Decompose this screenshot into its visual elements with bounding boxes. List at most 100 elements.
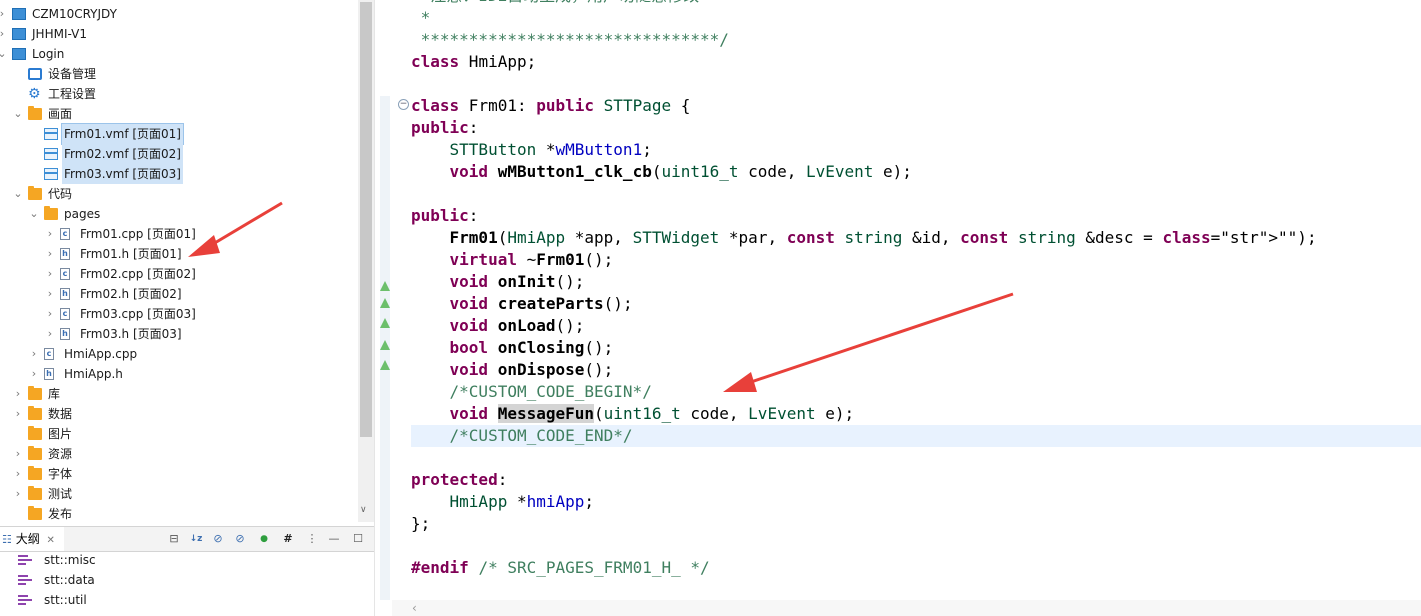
- tree-item[interactable]: › 库: [0, 384, 358, 404]
- tree-item-label: Frm03.h [页面03]: [80, 327, 182, 341]
- vmf-file-icon: [44, 168, 58, 180]
- tree-item-label: 设备管理: [48, 67, 97, 81]
- expand-chevron-icon[interactable]: ⌄: [28, 204, 40, 224]
- collapse-chevron-icon[interactable]: ›: [44, 324, 56, 344]
- project-icon: [12, 28, 26, 40]
- editor-overview-gutter: [378, 0, 392, 600]
- tree-item[interactable]: ⌄ 代码: [0, 184, 358, 204]
- tree-item-label: 资源: [48, 447, 73, 461]
- tree-item[interactable]: › c Frm03.cpp [页面03]: [0, 304, 358, 324]
- code-line: void onInit();: [449, 272, 585, 291]
- code-line: bool onClosing();: [449, 338, 614, 357]
- device-icon: [28, 68, 42, 80]
- tree-item[interactable]: › h HmiApp.h: [0, 364, 358, 384]
- tree-item[interactable]: ⚙ 工程设置: [0, 84, 358, 104]
- collapse-chevron-icon[interactable]: ›: [44, 224, 56, 244]
- collapse-chevron-icon[interactable]: ›: [44, 244, 56, 264]
- tree-item[interactable]: › h Frm01.h [页面01]: [0, 244, 358, 264]
- code-line: 注意：IDE自动生成，用户勿随意修改: [411, 0, 699, 7]
- folder-icon: [28, 446, 42, 460]
- code-line: /*CUSTOM_CODE_END*/: [411, 426, 633, 445]
- tree-item[interactable]: › h Frm03.h [页面03]: [0, 324, 358, 344]
- hide-nonpublic-icon[interactable]: ●: [256, 531, 272, 547]
- tree-item-label: HmiApp.cpp: [64, 347, 138, 361]
- collapse-chevron-icon[interactable]: ›: [44, 304, 56, 324]
- folder-icon: [28, 106, 42, 120]
- code-line: Frm01(HmiApp *app, STTWidget *par, const…: [449, 228, 1317, 247]
- hide-fields-icon[interactable]: ⊘: [210, 531, 226, 547]
- cpp-file-icon: c: [60, 268, 70, 280]
- minimize-icon[interactable]: —: [326, 531, 342, 547]
- tree-item[interactable]: 发布: [0, 504, 358, 522]
- tree-item-label: JHHMI-V1: [32, 27, 87, 41]
- tree-item-label: Frm01.h [页面01]: [80, 247, 182, 261]
- fold-toggle-icon[interactable]: −: [398, 99, 409, 110]
- project-icon: [12, 8, 26, 20]
- editor-horizontal-scrollbar[interactable]: ‹: [392, 600, 1421, 616]
- code-line: virtual ~Frm01();: [449, 250, 614, 269]
- outline-item-label: stt::util: [44, 593, 87, 607]
- sort-icon[interactable]: ↓z: [188, 531, 204, 547]
- tree-item[interactable]: Frm01.vmf [页面01]: [0, 123, 358, 145]
- tree-item[interactable]: ⌄ 画面: [0, 104, 358, 124]
- namespace-icon: [18, 555, 32, 566]
- h-file-icon: h: [60, 248, 70, 260]
- tree-item[interactable]: Frm02.vmf [页面02]: [0, 144, 358, 164]
- tree-item[interactable]: 图片: [0, 424, 358, 444]
- h-file-icon: h: [60, 328, 70, 340]
- tree-item[interactable]: › 资源: [0, 444, 358, 464]
- tree-item[interactable]: › h Frm02.h [页面02]: [0, 284, 358, 304]
- tab-outline[interactable]: ☷ 大纲 ✕: [0, 527, 64, 551]
- collapse-chevron-icon[interactable]: ›: [12, 484, 24, 504]
- expand-chevron-icon[interactable]: ⌄: [12, 184, 24, 204]
- collapse-chevron-icon[interactable]: ›: [44, 284, 56, 304]
- collapse-all-icon[interactable]: ⊟: [166, 531, 182, 547]
- tree-item[interactable]: › 字体: [0, 464, 358, 484]
- expand-chevron-icon[interactable]: ⌄: [12, 104, 24, 124]
- scroll-down-arrow-icon[interactable]: ∨: [360, 505, 367, 515]
- collapse-chevron-icon[interactable]: ›: [0, 24, 8, 44]
- code-line: *******************************/: [411, 30, 729, 49]
- maximize-icon[interactable]: ☐: [350, 531, 366, 547]
- project-tree-scrollbar[interactable]: ∨: [358, 0, 374, 522]
- tree-item[interactable]: Frm03.vmf [页面03]: [0, 164, 358, 184]
- folder-icon: [44, 206, 58, 220]
- tree-item[interactable]: 设备管理: [0, 64, 358, 84]
- tree-item[interactable]: ⌄ Login: [0, 44, 358, 64]
- collapse-chevron-icon[interactable]: ›: [12, 384, 24, 404]
- tree-item[interactable]: › c Frm02.cpp [页面02]: [0, 264, 358, 284]
- cpp-file-icon: c: [60, 308, 70, 320]
- tree-item[interactable]: › 测试: [0, 484, 358, 504]
- close-icon[interactable]: ✕: [47, 535, 55, 546]
- code-line: void createParts();: [449, 294, 633, 313]
- collapse-chevron-icon[interactable]: ›: [12, 464, 24, 484]
- tree-item-label: 画面: [48, 107, 73, 121]
- tree-item[interactable]: › 数据: [0, 404, 358, 424]
- tree-item-label: HmiApp.h: [64, 367, 123, 381]
- tree-item[interactable]: › c HmiApp.cpp: [0, 344, 358, 364]
- hide-defines-icon[interactable]: #: [280, 531, 296, 547]
- collapse-chevron-icon[interactable]: ›: [12, 444, 24, 464]
- tree-item[interactable]: › CZM10CRYJDY: [0, 4, 358, 24]
- collapse-chevron-icon[interactable]: ›: [28, 344, 40, 364]
- scrollbar-thumb[interactable]: [360, 2, 372, 437]
- tree-item-label: 库: [48, 387, 61, 401]
- expand-chevron-icon[interactable]: ⌄: [0, 44, 8, 64]
- tree-item-label: Frm02.cpp [页面02]: [80, 267, 196, 281]
- tree-item-label: 字体: [48, 467, 73, 481]
- namespace-icon: [18, 595, 32, 606]
- tree-item[interactable]: ⌄ pages: [0, 204, 358, 224]
- collapse-chevron-icon[interactable]: ›: [44, 264, 56, 284]
- collapse-chevron-icon[interactable]: ›: [28, 364, 40, 384]
- outline-item-label: stt::misc: [44, 553, 96, 567]
- code-line: void onDispose();: [449, 360, 614, 379]
- tree-item[interactable]: › c Frm01.cpp [页面01]: [0, 224, 358, 244]
- project-tree: › CZM10CRYJDY › JHHMI-V1 ⌄ Login 设备管理 ⚙ 工程设置 ⌄ 画面 F…: [0, 0, 358, 522]
- collapse-chevron-icon[interactable]: ›: [12, 404, 24, 424]
- collapse-chevron-icon[interactable]: ›: [0, 4, 8, 24]
- tree-item[interactable]: › JHHMI-V1: [0, 24, 358, 44]
- scroll-left-arrow-icon[interactable]: ‹: [412, 600, 417, 616]
- hide-static-icon[interactable]: ⊘: [232, 531, 248, 547]
- view-menu-icon[interactable]: ⋮: [304, 531, 320, 547]
- code-editor[interactable]: − 注意：IDE自动生成，用户勿随意修改 * *****************…: [392, 0, 1421, 600]
